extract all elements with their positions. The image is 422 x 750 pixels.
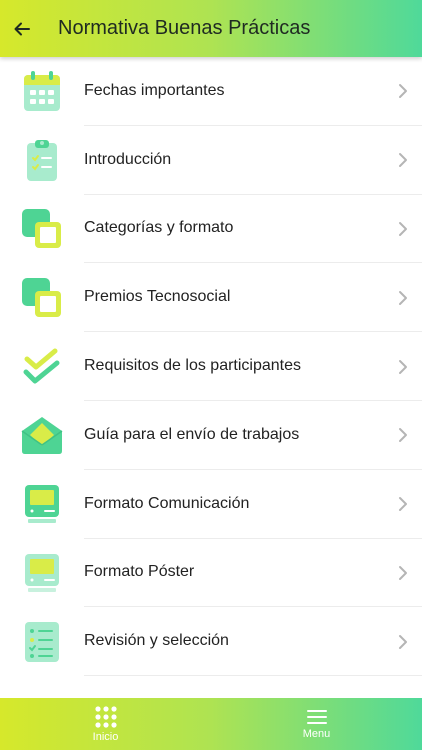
bottom-tab-bar: Inicio Menu [0,698,422,750]
menu-item-label: Formato Comunicación [84,470,422,539]
poster-monitor-icon [25,553,59,592]
chevron-right-icon [399,84,407,99]
grid-dots-icon [94,705,117,728]
menu-item-label: Introducción [84,126,422,195]
monitor-icon [25,485,59,524]
menu-item-label: Formato Póster [84,539,422,608]
menu-item-label: Guía para el envío de trabajos [84,401,422,470]
chevron-right-icon [399,359,407,374]
chevron-right-icon [399,497,407,512]
open-envelope-icon [21,417,63,455]
menu-item-categorias-y-formato[interactable]: Categorías y formato [0,195,422,264]
tab-inicio-label: Inicio [92,730,119,743]
menu-item-label: Premios Tecnosocial [84,263,422,333]
menu-item-guia-envio[interactable]: Guía para el envío de trabajos [0,401,422,470]
chevron-right-icon [399,221,407,236]
tab-menu-label: Menu [302,727,331,740]
menu-list: Fechas importantes Introducción Categorí… [0,57,422,698]
menu-item-fechas-importantes[interactable]: Fechas importantes [0,57,422,126]
chevron-right-icon [399,634,407,649]
menu-item-revision-y-seleccion[interactable]: Revisión y selección [0,607,422,677]
checklist-icon [25,621,59,662]
menu-item-premios-tecnosocial[interactable]: Premios Tecnosocial [0,263,422,333]
double-check-icon [23,348,60,384]
tab-inicio[interactable]: Inicio [0,698,211,750]
tab-menu[interactable]: Menu [211,698,422,750]
menu-item-label: Categorías y formato [84,195,422,264]
menu-item-formato-comunicacion[interactable]: Formato Comunicación [0,470,422,539]
menu-item-introduccion[interactable]: Introducción [0,126,422,195]
clipboard-icon [27,140,57,182]
layered-squares-icon [22,277,61,317]
menu-item-requisitos[interactable]: Requisitos de los participantes [0,332,422,401]
back-button[interactable] [0,0,44,57]
menu-item-formato-poster[interactable]: Formato Póster [0,539,422,608]
hamburger-icon [306,709,327,724]
menu-item-label: Revisión y selección [84,607,422,677]
page-title: Normativa Buenas Prácticas [58,17,311,39]
chevron-right-icon [399,565,407,580]
chevron-right-icon [399,153,407,168]
arrow-left-icon [14,22,30,35]
menu-item-label: Fechas importantes [84,57,422,126]
chevron-right-icon [399,290,407,305]
menu-item-label: Requisitos de los participantes [84,332,422,401]
chevron-right-icon [399,428,407,443]
layered-squares-icon [22,208,61,248]
calendar-icon [24,71,60,112]
app-header: Normativa Buenas Prácticas [0,0,422,57]
